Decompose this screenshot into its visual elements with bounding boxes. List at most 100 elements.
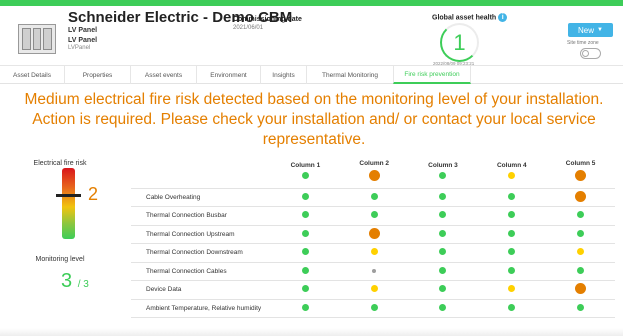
tab-asset-events[interactable]: Asset events [131, 66, 197, 84]
status-cell [408, 299, 478, 318]
status-dot-green [370, 192, 378, 200]
monitoring-level: 3 / 3 [61, 270, 89, 293]
status-cell [339, 280, 409, 300]
table-row: Cable Overheating [131, 188, 615, 207]
monitoring-level-max: / 3 [77, 279, 89, 290]
status-dot-green [508, 303, 516, 311]
status-cell [339, 243, 409, 263]
status-cell [546, 280, 615, 300]
timezone-toggle[interactable] [580, 48, 601, 59]
timezone-label: Site time zone [567, 40, 599, 46]
status-dot-green [577, 229, 585, 237]
health-value: 1 [453, 29, 466, 55]
asset-subtype: LV Panel [68, 37, 98, 44]
table-row: Thermal Connection Downstream [131, 243, 615, 263]
tab-thermal-monitoring[interactable]: Thermal Monitoring [307, 66, 393, 84]
commissioning-label: Commissioning date [233, 16, 302, 23]
health-label: Global asset health i [432, 13, 508, 22]
status-cell [477, 206, 547, 226]
info-icon[interactable]: i [498, 13, 508, 22]
status-dot-green [577, 211, 585, 219]
status-cell [339, 225, 409, 244]
status-dot-green [508, 229, 516, 237]
status-dot-green [301, 211, 309, 219]
status-dot-green [439, 285, 447, 293]
status-dot-green [370, 211, 378, 219]
column-label: Column 5 [565, 160, 596, 168]
row-label: Device Data [131, 280, 271, 300]
row-label: Thermal Connection Upstream [131, 225, 271, 244]
status-cell [546, 243, 615, 263]
status-dot-green [577, 266, 585, 274]
status-cell [477, 280, 547, 300]
column-header: Column 1 [271, 154, 340, 189]
row-label: Thermal Connection Cables [131, 262, 271, 281]
status-dot-green [301, 285, 309, 293]
status-dot-yellow [370, 285, 378, 293]
row-label: Ambient Temperature, Relative humidity [131, 299, 271, 318]
status-cell [546, 225, 615, 244]
status-dot-green [301, 266, 309, 274]
status-cell [271, 280, 340, 300]
column-status-dot [575, 170, 587, 182]
status-dot-green [439, 248, 447, 256]
status-dot-orange [368, 227, 380, 239]
tab-properties[interactable]: Properties [65, 66, 131, 84]
status-dot-green [508, 248, 516, 256]
status-cell [477, 299, 547, 318]
status-dot-green [439, 266, 447, 274]
status-cell [408, 280, 478, 300]
chevron-down-icon: ▼ [597, 27, 603, 33]
status-dot-green [370, 303, 378, 311]
table-row: Device Data [131, 280, 615, 300]
bottom-shadow [0, 328, 623, 336]
column-header: Column 4 [477, 154, 547, 189]
status-dot-green [301, 229, 309, 237]
gauge-marker [56, 194, 81, 197]
fire-risk-value: 2 [88, 184, 99, 204]
status-cell [339, 262, 409, 281]
status-dot-green [508, 266, 516, 274]
column-header: Column 3 [408, 154, 478, 189]
table-row: Ambient Temperature, Relative humidity [131, 299, 615, 318]
status-cell [271, 188, 340, 207]
status-cell [408, 188, 478, 207]
table-row: Thermal Connection Upstream [131, 225, 615, 244]
health-gauge: 1 [440, 23, 479, 62]
column-label: Column 2 [359, 160, 389, 168]
column-status-dot [301, 172, 309, 180]
status-cell [271, 299, 340, 318]
tab-insights[interactable]: Insights [261, 66, 307, 84]
new-button[interactable]: New ▼ [568, 23, 613, 37]
monitoring-level-value: 3 [61, 270, 73, 292]
switchboard-icon [18, 24, 56, 54]
status-cell [339, 188, 409, 207]
status-cell [339, 299, 409, 318]
column-header: Column 2 [339, 154, 409, 189]
tab-environment[interactable]: Environment [197, 66, 261, 84]
status-cell [546, 299, 615, 318]
status-dot-green [508, 192, 516, 200]
row-label: Thermal Connection Busbar [131, 206, 271, 226]
fire-risk-table: Column 1 Column 2 Column 3 Column 4 Colu… [131, 154, 615, 318]
column-status-dot [439, 172, 447, 180]
status-dot-yellow [577, 248, 585, 256]
status-dot-green [439, 192, 447, 200]
status-cell [408, 206, 478, 226]
asset-code: LVPanel [68, 45, 91, 51]
status-cell [408, 262, 478, 281]
tab-fire-risk-prevention[interactable]: Fire risk prevention [393, 66, 471, 84]
row-label: Cable Overheating [131, 188, 271, 207]
status-dot-yellow [370, 248, 378, 256]
status-cell [271, 262, 340, 281]
health-label-text: Global asset health [432, 14, 497, 22]
status-cell [271, 225, 340, 244]
status-cell [271, 206, 340, 226]
asset-header: Schneider Electric - Demo CBM LV Panel L… [0, 6, 623, 66]
tab-bar: Asset Details Properties Asset events En… [0, 66, 623, 84]
fire-risk-label: Electrical fire risk [33, 160, 87, 167]
tab-asset-details[interactable]: Asset Details [0, 66, 65, 84]
table-row: Thermal Connection Busbar [131, 206, 615, 226]
fire-risk-gauge [62, 168, 75, 239]
status-dot-green [301, 192, 309, 200]
